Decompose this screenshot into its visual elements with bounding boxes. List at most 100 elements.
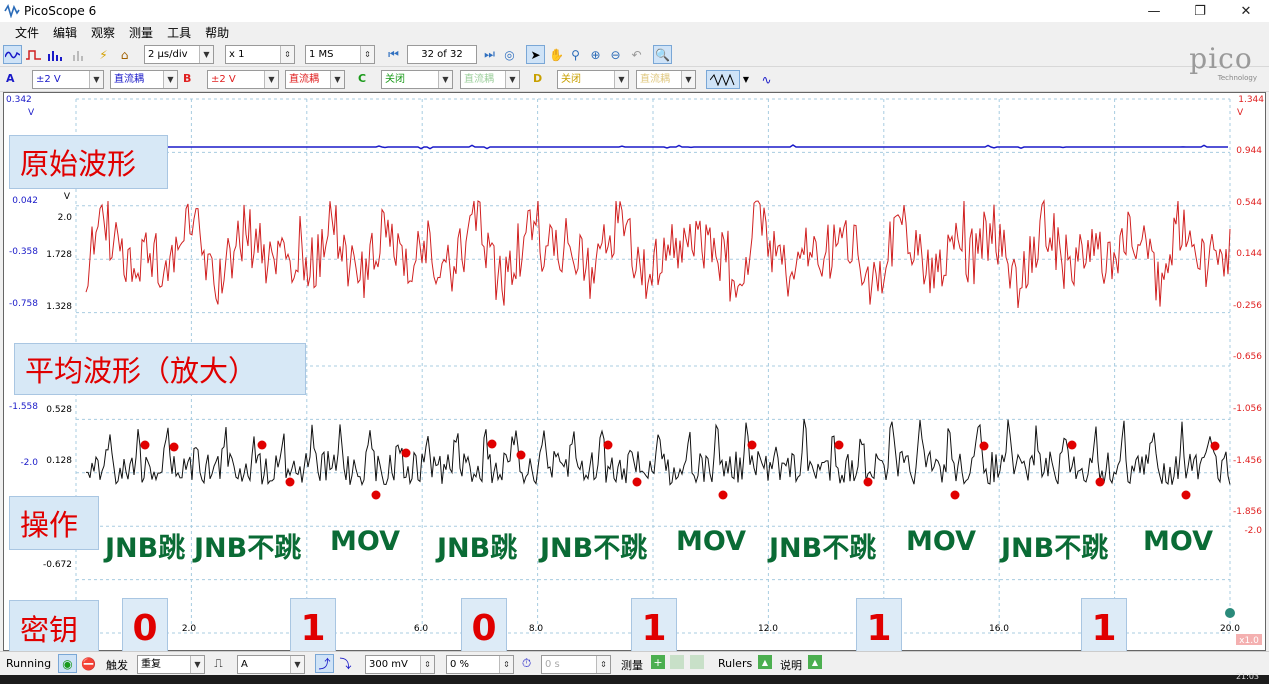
- x-tick-label: 12.0: [758, 624, 778, 634]
- close-button[interactable]: ✕: [1223, 0, 1269, 22]
- channel-b-range-select[interactable]: ±2 V ▼: [207, 70, 279, 89]
- operation-marker-dot: [950, 490, 960, 500]
- edit-measurement-icon[interactable]: [670, 655, 684, 669]
- menu-view[interactable]: 观察: [84, 24, 122, 41]
- key-bit: 0: [461, 598, 507, 658]
- axis-b-tick-label: 1.328: [46, 302, 72, 312]
- samples-stepper[interactable]: 1 MS ⇕: [305, 45, 375, 64]
- add-measurement-icon[interactable]: +: [651, 655, 665, 669]
- x-tick-label: 20.0: [1220, 624, 1240, 634]
- advanced-trigger-icon[interactable]: ⎍: [209, 654, 228, 673]
- stepper-arrows-icon: ⇕: [360, 46, 374, 63]
- trigger-source-select[interactable]: A ▼: [237, 655, 305, 674]
- auto-setup-icon[interactable]: ⚡: [94, 45, 113, 64]
- zoom-stepper[interactable]: x 1 ⇕: [225, 45, 295, 64]
- operation-label: MOV: [676, 526, 746, 557]
- channel-a-coupling-select[interactable]: 直流耦 ▼: [110, 70, 178, 89]
- pointer-tool-icon[interactable]: ➤: [526, 45, 545, 64]
- channel-b-trace: [85, 199, 1231, 309]
- stepper-arrows-icon: ⇕: [280, 46, 294, 63]
- post-trigger-icon[interactable]: ⏱: [517, 654, 536, 673]
- operation-marker-dot: [1067, 440, 1077, 450]
- channel-d-coupling-select[interactable]: 直流耦 ▼: [636, 70, 696, 89]
- menu-help[interactable]: 帮助: [198, 24, 236, 41]
- chevron-down-icon: ▼: [290, 656, 304, 673]
- notes-expand-icon[interactable]: ▲: [808, 655, 822, 669]
- run-state-text: Running: [6, 657, 52, 670]
- trigger-mode-select[interactable]: 重复 ▼: [137, 655, 205, 674]
- stop-icon[interactable]: ⛔: [79, 654, 98, 673]
- timebase-select[interactable]: 2 µs/div ▼: [144, 45, 214, 64]
- math-channel-icon[interactable]: [70, 45, 89, 64]
- scope-mode-icon[interactable]: [3, 45, 22, 64]
- signal-generator-icon[interactable]: [706, 70, 740, 89]
- operation-marker-dot: [979, 441, 989, 451]
- hand-tool-icon[interactable]: ✋: [547, 45, 566, 64]
- axis-b-tick-label: 2.0: [58, 213, 73, 223]
- next-buffer-icon[interactable]: ⏭: [480, 45, 499, 64]
- trigger-threshold-stepper[interactable]: 300 mV ⇕: [365, 655, 435, 674]
- operation-label: MOV: [1143, 526, 1213, 557]
- channel-a-range-select[interactable]: ±2 V ▼: [32, 70, 104, 89]
- menu-measure[interactable]: 测量: [122, 24, 160, 41]
- channel-d-label[interactable]: D: [533, 72, 542, 85]
- home-icon[interactable]: ⌂: [115, 45, 134, 64]
- zoom-in-icon[interactable]: ⊕: [586, 45, 605, 64]
- operation-marker-dot: [834, 440, 844, 450]
- annotation-key: 密钥: [9, 600, 99, 656]
- chevron-down-icon: ▼: [163, 71, 177, 88]
- falling-edge-icon[interactable]: ⤵: [336, 654, 355, 673]
- first-buffer-icon[interactable]: ⏮: [384, 45, 403, 64]
- operation-marker-dot: [1095, 477, 1105, 487]
- start-icon[interactable]: ◉: [58, 654, 77, 673]
- delete-measurement-icon[interactable]: [690, 655, 704, 669]
- operation-marker-dot: [487, 439, 497, 449]
- operation-marker-dot: [257, 440, 267, 450]
- x-tick-label: 16.0: [989, 624, 1009, 634]
- x-tick-label: 8.0: [529, 624, 544, 634]
- key-bit: 0: [122, 598, 168, 658]
- chevron-down-icon: ▼: [614, 71, 628, 88]
- undo-zoom-icon[interactable]: ↶: [627, 45, 646, 64]
- minimize-button[interactable]: —: [1131, 0, 1177, 22]
- chevron-down-icon: ▼: [681, 71, 695, 88]
- channel-d-range-select[interactable]: 关闭 ▼: [557, 70, 629, 89]
- menu-tools[interactable]: 工具: [160, 24, 198, 41]
- operation-label: JNB不跳: [1001, 533, 1109, 564]
- channel-c-range-select[interactable]: 关闭 ▼: [381, 70, 453, 89]
- chevron-down-icon[interactable]: ▼: [740, 70, 752, 89]
- zoom-select-icon[interactable]: ⚲: [566, 45, 585, 64]
- measurements-label: 测量: [621, 659, 643, 672]
- operation-marker-dot: [1210, 441, 1220, 451]
- axis-right-unit: V: [1237, 108, 1244, 118]
- channel-a-label[interactable]: A: [6, 72, 15, 85]
- menu-file[interactable]: 文件: [8, 24, 46, 41]
- maximize-button[interactable]: ❐: [1177, 0, 1223, 22]
- menu-edit[interactable]: 编辑: [46, 24, 84, 41]
- zoom-overview-icon[interactable]: 🔍: [653, 45, 672, 64]
- taskbar: 21:03: [0, 672, 1269, 684]
- trigger-marker[interactable]: [1225, 608, 1235, 618]
- pretrigger-stepper[interactable]: 0 % ⇕: [446, 655, 514, 674]
- rulers-expand-icon[interactable]: ▲: [758, 655, 772, 669]
- axis-b-tick-label: 1.728: [46, 250, 72, 260]
- channel-b-coupling-select[interactable]: 直流耦 ▼: [285, 70, 345, 89]
- channel-b-label[interactable]: B: [183, 72, 191, 85]
- operation-label: JNB跳: [437, 533, 518, 564]
- zoom-out-icon[interactable]: ⊖: [606, 45, 625, 64]
- persistence-mode-icon[interactable]: [24, 45, 43, 64]
- operation-marker-dot: [516, 450, 526, 460]
- buffer-navigator-icon[interactable]: ◎: [500, 45, 519, 64]
- operation-label: JNB不跳: [540, 533, 648, 564]
- status-bar: Running ◉ ⛔ 触发 重复 ▼ ⎍ A ▼ ⤴ ⤵ 300 mV ⇕ 0 % ⇕…: [0, 651, 1269, 675]
- channel-c-label[interactable]: C: [358, 72, 366, 85]
- x-unit-label: x1.0: [1239, 636, 1259, 646]
- spectrum-mode-icon[interactable]: [45, 45, 64, 64]
- rising-edge-icon[interactable]: ⤴: [315, 654, 334, 673]
- operation-label: JNB不跳: [194, 533, 302, 564]
- channel-options-icon[interactable]: ∿: [757, 70, 776, 89]
- capture-toolbar: ⚡ ⌂ 2 µs/div ▼ x 1 ⇕ 1 MS ⇕ ⏮ 32 of 32 ⏭ ◎ …: [0, 42, 1269, 67]
- buffer-index-field[interactable]: 32 of 32: [407, 45, 477, 64]
- channel-c-coupling-select[interactable]: 直流耦 ▼: [460, 70, 520, 89]
- trigger-delay-stepper[interactable]: 0 s ⇕: [541, 655, 611, 674]
